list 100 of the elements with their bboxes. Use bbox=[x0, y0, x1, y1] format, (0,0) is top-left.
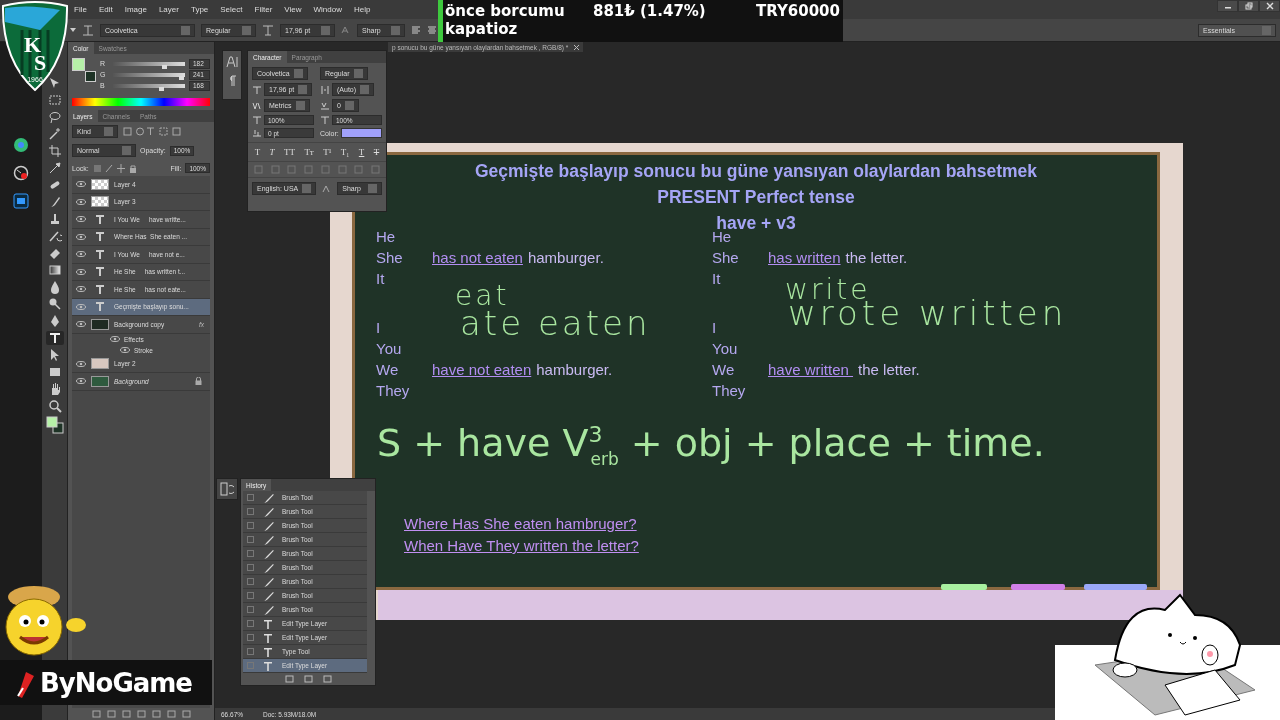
menu-item[interactable]: Help bbox=[347, 5, 377, 14]
snapshot-checkbox[interactable] bbox=[247, 508, 254, 515]
foreground-color-swatch[interactable] bbox=[72, 58, 85, 71]
type-icon bbox=[262, 660, 274, 671]
menu-item[interactable]: Filter bbox=[248, 5, 279, 14]
vertical-scale-icon bbox=[252, 115, 262, 125]
history-panel-button[interactable] bbox=[216, 478, 238, 500]
snapshot-checkbox[interactable] bbox=[247, 522, 254, 529]
brush-icon bbox=[262, 534, 274, 545]
pronoun: She bbox=[712, 249, 740, 266]
pronoun: I bbox=[712, 319, 718, 336]
text-orientation-icon[interactable] bbox=[82, 24, 94, 36]
color-slider[interactable] bbox=[113, 72, 185, 77]
close-icon[interactable] bbox=[574, 44, 580, 50]
sentence-object: the letter. bbox=[845, 249, 908, 266]
eye-icon[interactable] bbox=[76, 197, 86, 206]
eye-icon[interactable] bbox=[76, 232, 86, 241]
brush-icon bbox=[262, 492, 274, 503]
eyedropper-icon bbox=[47, 161, 62, 175]
text-style-button[interactable]: T¹ bbox=[323, 147, 332, 157]
app-icon[interactable] bbox=[13, 193, 29, 209]
eye-icon[interactable] bbox=[110, 335, 120, 343]
menu-item[interactable]: View bbox=[278, 5, 308, 14]
verb-phrase: have not eaten bbox=[432, 361, 532, 378]
eye-icon[interactable] bbox=[76, 320, 86, 329]
menu-item[interactable]: Image bbox=[118, 5, 153, 14]
eye-icon[interactable] bbox=[76, 302, 86, 311]
snapshot-checkbox[interactable] bbox=[247, 494, 254, 501]
align-center-icon[interactable] bbox=[427, 25, 437, 35]
snapshot-checkbox[interactable] bbox=[247, 606, 254, 613]
pronoun: They bbox=[376, 382, 411, 399]
question-text: Where Has She eaten hambruger? bbox=[404, 514, 638, 534]
slider-thumb[interactable] bbox=[162, 64, 168, 69]
tool-button[interactable] bbox=[45, 331, 64, 345]
menu-item[interactable]: Edit bbox=[92, 5, 119, 14]
pronoun: He bbox=[376, 228, 397, 245]
brush-icon bbox=[262, 520, 274, 531]
menu-item[interactable]: Type bbox=[184, 5, 215, 14]
slider-thumb[interactable] bbox=[179, 75, 185, 80]
menu-item[interactable]: File bbox=[68, 5, 93, 14]
snapshot-checkbox[interactable] bbox=[247, 648, 254, 655]
eye-icon[interactable] bbox=[76, 285, 86, 294]
text-style-button[interactable]: T bbox=[358, 147, 365, 157]
text-style-button[interactable]: T bbox=[254, 147, 261, 157]
menu-item[interactable]: Select bbox=[214, 5, 249, 14]
color-spectrum[interactable] bbox=[72, 98, 210, 106]
browser-icon[interactable] bbox=[13, 137, 29, 153]
layer-thumbnail bbox=[91, 375, 109, 387]
close-button[interactable] bbox=[1259, 0, 1280, 12]
zoom-icon bbox=[47, 399, 62, 413]
minimize-button[interactable] bbox=[1217, 0, 1238, 12]
eye-icon[interactable] bbox=[76, 359, 86, 368]
eye-icon[interactable] bbox=[76, 180, 86, 189]
pronoun: They bbox=[712, 382, 747, 399]
restore-button[interactable] bbox=[1238, 0, 1259, 12]
snapshot-checkbox[interactable] bbox=[247, 578, 254, 585]
caret-icon[interactable] bbox=[70, 27, 76, 33]
eye-icon[interactable] bbox=[76, 250, 86, 259]
type-icon bbox=[262, 618, 274, 629]
text-style-button[interactable]: T bbox=[269, 147, 275, 157]
snapshot-checkbox[interactable] bbox=[247, 592, 254, 599]
menu-item[interactable]: Layer bbox=[152, 5, 185, 14]
eye-icon[interactable] bbox=[120, 346, 130, 354]
color-swatches-drawing[interactable] bbox=[45, 416, 64, 434]
text-style-button[interactable]: T₁ bbox=[340, 147, 350, 157]
sentence-object: hamburger. bbox=[536, 361, 613, 378]
anti-alias-icon bbox=[341, 25, 351, 35]
snapshot-checkbox[interactable] bbox=[247, 564, 254, 571]
lock-options-icons-drawing[interactable] bbox=[92, 163, 137, 173]
board-title: PRESENT Perfect tense bbox=[657, 186, 855, 209]
text-style-button[interactable]: TT bbox=[284, 147, 295, 157]
rectangle-icon bbox=[47, 365, 62, 379]
eye-icon[interactable] bbox=[76, 215, 86, 224]
chalk-stick bbox=[1011, 584, 1065, 590]
eye-icon[interactable] bbox=[76, 377, 86, 386]
slider-thumb[interactable] bbox=[158, 86, 164, 91]
eye-icon[interactable] bbox=[76, 267, 86, 276]
snapshot-checkbox[interactable] bbox=[247, 634, 254, 641]
gauge-icon[interactable] bbox=[13, 165, 29, 181]
sentence-object: hamburger. bbox=[527, 249, 604, 266]
paragraph-icon[interactable] bbox=[227, 75, 237, 87]
text-style-button[interactable]: Tт bbox=[304, 147, 314, 157]
pronoun: It bbox=[712, 270, 722, 287]
align-left-icon[interactable] bbox=[411, 25, 421, 35]
handwritten-formula: S + have V$^{3}$$_{erb}$ + obj + place + time. bbox=[377, 421, 1045, 469]
crop-icon bbox=[47, 144, 62, 158]
background-color-swatch[interactable] bbox=[85, 71, 96, 82]
text-color-swatch[interactable] bbox=[340, 128, 382, 138]
color-slider[interactable] bbox=[113, 61, 185, 66]
snapshot-checkbox[interactable] bbox=[247, 536, 254, 543]
snapshot-checkbox[interactable] bbox=[247, 620, 254, 627]
menu-item[interactable]: Window bbox=[307, 5, 348, 14]
snapshot-checkbox[interactable] bbox=[247, 662, 254, 669]
color-slider[interactable] bbox=[113, 83, 185, 88]
lock-icon bbox=[195, 377, 202, 386]
text-style-button[interactable]: T bbox=[373, 147, 380, 157]
character-panel-icon[interactable] bbox=[225, 55, 239, 69]
kerning-icon bbox=[252, 100, 262, 111]
pronoun: It bbox=[376, 270, 386, 287]
snapshot-checkbox[interactable] bbox=[247, 550, 254, 557]
